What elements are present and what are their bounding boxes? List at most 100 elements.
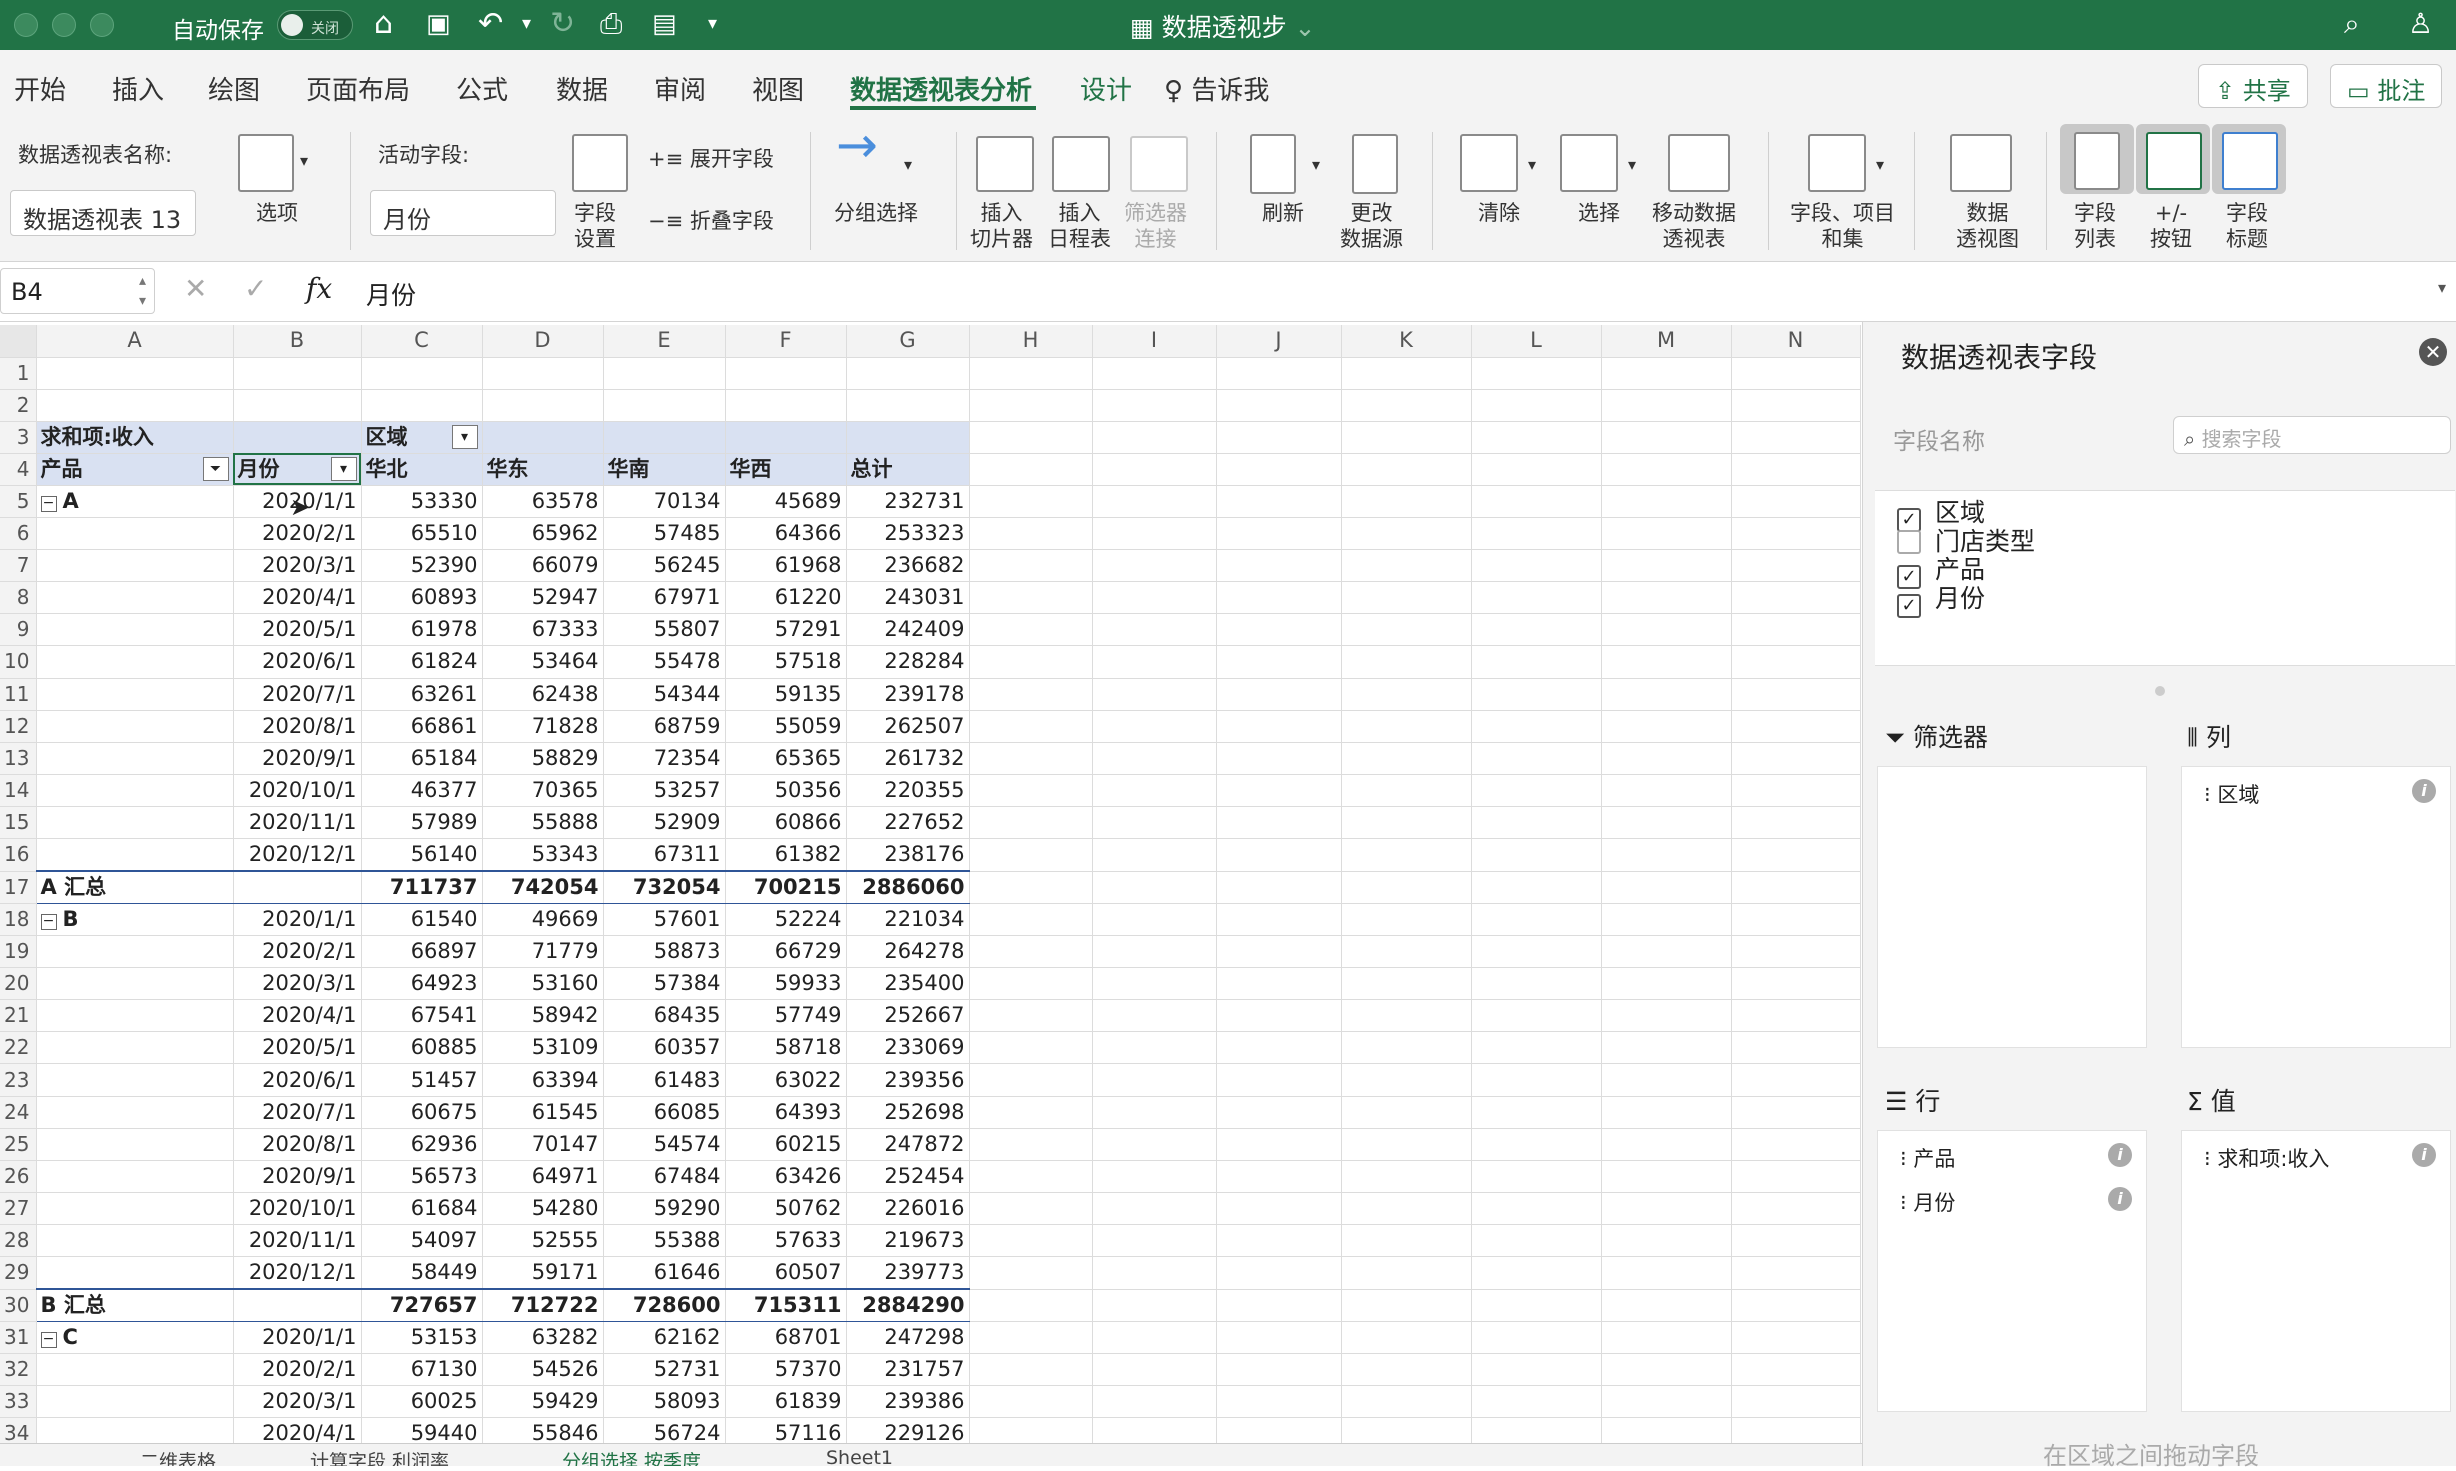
cell[interactable] [1471, 1063, 1602, 1097]
pivot-row-field-month[interactable]: 月份 ▾ [233, 453, 362, 486]
value-cell[interactable]: 72354 [603, 742, 726, 775]
name-box[interactable]: B4 ▴ ▾ [0, 268, 155, 314]
value-cell[interactable]: 46377 [361, 774, 483, 807]
value-cell[interactable]: 53160 [482, 967, 604, 1001]
cell[interactable] [969, 1385, 1093, 1419]
pivotchart-label[interactable]: 数据 透视图 [1956, 200, 2019, 252]
row-header[interactable]: 19 [0, 935, 37, 969]
cell[interactable] [1601, 357, 1732, 390]
minimize-window-button[interactable] [52, 13, 76, 37]
value-cell[interactable]: 68701 [725, 1321, 847, 1355]
value-cell[interactable]: 52909 [603, 806, 726, 840]
cell[interactable] [36, 613, 234, 647]
cell[interactable] [1731, 645, 1861, 679]
save-icon[interactable]: ▣ [426, 6, 451, 42]
cell[interactable] [233, 357, 362, 390]
tab-data[interactable]: 数据 [556, 70, 608, 107]
cell[interactable] [1341, 581, 1472, 615]
cell[interactable] [1731, 806, 1861, 840]
cell[interactable] [1601, 1063, 1732, 1097]
cell[interactable] [1216, 1288, 1342, 1323]
subtotal-value[interactable]: 712722 [482, 1288, 604, 1323]
region-header[interactable]: 华南 [603, 453, 726, 486]
value-cell[interactable]: 55888 [482, 806, 604, 840]
refresh-label[interactable]: 刷新 [1262, 200, 1304, 226]
cell[interactable] [1731, 1288, 1861, 1323]
cell[interactable] [36, 935, 234, 969]
value-cell[interactable]: 228284 [846, 645, 970, 679]
fields-items-sets-icon[interactable] [1808, 134, 1866, 192]
cell[interactable] [725, 389, 847, 422]
cell[interactable] [969, 453, 1093, 486]
value-cell[interactable]: 70147 [482, 1128, 604, 1161]
value-cell[interactable]: 63282 [482, 1321, 604, 1355]
cell[interactable] [1216, 613, 1342, 647]
cell[interactable] [603, 389, 726, 422]
maximize-window-button[interactable] [90, 13, 114, 37]
cell[interactable] [1731, 1031, 1861, 1065]
tab-draw[interactable]: 绘图 [208, 70, 260, 107]
value-cell[interactable]: 63578 [482, 485, 604, 519]
plus-minus-buttons-icon[interactable] [2146, 132, 2202, 190]
value-cell[interactable]: 61382 [725, 838, 847, 872]
clear-label[interactable]: 清除 [1478, 200, 1520, 226]
cell[interactable] [1731, 1321, 1861, 1355]
pivot-column-field-header[interactable]: 区域 ▾ [361, 421, 483, 454]
cell[interactable] [1092, 549, 1217, 583]
cell[interactable] [36, 1192, 234, 1225]
value-cell[interactable]: 50356 [725, 774, 847, 807]
region-header[interactable]: 华东 [482, 453, 604, 486]
cell[interactable] [1601, 678, 1732, 711]
value-cell[interactable]: 52731 [603, 1353, 726, 1387]
cell[interactable] [36, 1031, 234, 1065]
cell[interactable] [969, 1353, 1093, 1387]
filter-dropdown-icon[interactable]: ▾ [451, 424, 478, 449]
value-cell[interactable]: 64366 [725, 517, 847, 551]
cell[interactable] [1601, 710, 1732, 743]
value-cell[interactable]: 59135 [725, 678, 847, 711]
cell[interactable] [1341, 1160, 1472, 1193]
cell[interactable] [1092, 838, 1217, 872]
value-cell[interactable]: 262507 [846, 710, 970, 743]
cell[interactable] [1731, 453, 1861, 486]
cell[interactable] [1601, 1192, 1732, 1225]
value-cell[interactable]: 233069 [846, 1031, 970, 1065]
active-field-input[interactable]: 月份 [370, 190, 556, 236]
cell[interactable] [1341, 485, 1472, 519]
cell[interactable] [969, 903, 1093, 937]
cell[interactable] [1092, 967, 1217, 1001]
column-header-M[interactable]: M [1601, 325, 1732, 358]
cell[interactable] [36, 1353, 234, 1387]
cell[interactable] [1341, 967, 1472, 1001]
undo-dropdown-icon[interactable]: ▾ [522, 6, 531, 42]
row-header[interactable]: 31 [0, 1321, 37, 1355]
row-header[interactable]: 18 [0, 903, 37, 937]
month-cell[interactable]: 2020/3/1 [233, 967, 362, 1001]
cell[interactable] [1216, 517, 1342, 551]
cell[interactable] [1601, 806, 1732, 840]
row-header[interactable]: 16 [0, 838, 37, 872]
value-cell[interactable]: 60507 [725, 1256, 847, 1290]
value-cell[interactable]: 57518 [725, 645, 847, 679]
cell[interactable] [725, 421, 847, 454]
cell[interactable] [1341, 870, 1472, 904]
cell[interactable] [1731, 1353, 1861, 1387]
cell[interactable] [1092, 1224, 1217, 1258]
cell[interactable] [969, 421, 1093, 454]
cell[interactable] [1601, 1353, 1732, 1387]
cell[interactable] [1471, 581, 1602, 615]
cell[interactable] [1092, 1160, 1217, 1193]
cell[interactable] [1216, 581, 1342, 615]
column-header-E[interactable]: E [603, 325, 726, 358]
account-icon[interactable]: ♙ [2408, 6, 2433, 42]
value-cell[interactable]: 64971 [482, 1160, 604, 1193]
value-cell[interactable]: 54344 [603, 678, 726, 711]
cell[interactable] [1216, 806, 1342, 840]
cell[interactable] [1341, 1321, 1472, 1355]
cell[interactable] [1092, 1031, 1217, 1065]
cell[interactable] [1731, 742, 1861, 775]
cell[interactable] [1731, 1063, 1861, 1097]
cell[interactable] [36, 517, 234, 551]
cell[interactable] [1092, 453, 1217, 486]
cell[interactable] [1471, 967, 1602, 1001]
